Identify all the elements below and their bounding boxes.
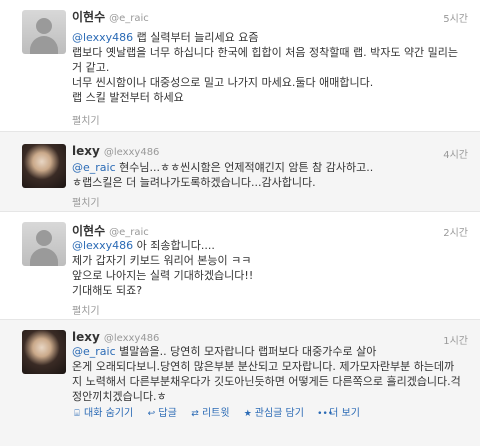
hide-conversation-button[interactable]: ⌸ 대화 숨기기 (72, 408, 133, 419)
tweet-text-rest: 제가 갑자기 키보드 워리어 본능이 ㅋㅋ 앞으로 나아지는 실력 기대하겠습니… (72, 254, 254, 297)
tweet-text-rest: 랩보다 옛날랩을 너무 하십니다 한국에 힙합이 처음 정착할때 랩. 박자도 … (72, 46, 459, 104)
mention-link[interactable]: @e_raic (72, 161, 116, 174)
avatar[interactable] (22, 144, 66, 188)
tweet-header: lexy @lexxy486 (72, 144, 159, 158)
expand-link[interactable]: 펼치기 (72, 194, 100, 209)
mention-link[interactable]: @e_raic (72, 345, 116, 358)
tweet-header: lexy @lexxy486 (72, 330, 159, 344)
more-icon: ••• (317, 409, 334, 419)
reply-icon: ↩ (147, 409, 156, 419)
tweet-3[interactable]: 이현수 @e_raic 2시간 @lexxy486 아 죄송합니다.... 제가 … (0, 212, 480, 320)
tweet-text-rest: 온게 오래되다보니.당연히 많은부분 분산되고 모자랍니다. 제가모자란부분 하… (72, 360, 461, 403)
retweet-label: 리트윗 (201, 408, 230, 419)
reply-button[interactable]: ↩ 답글 (146, 408, 177, 419)
user-name[interactable]: lexy (72, 144, 100, 158)
tweet-header: 이현수 @e_raic (72, 8, 149, 25)
avatar[interactable] (22, 330, 66, 374)
tweet-text-first: 랩 실력부터 늘리세요 요즘 (133, 31, 259, 44)
user-name[interactable]: 이현수 (72, 224, 105, 238)
hide-label: 대화 숨기기 (84, 408, 134, 419)
user-handle[interactable]: @lexxy486 (104, 333, 160, 344)
star-icon: ★ (243, 409, 252, 419)
user-handle[interactable]: @lexxy486 (104, 147, 160, 158)
favorite-button[interactable]: ★ 관심글 담기 (243, 408, 304, 419)
tweet-4[interactable]: lexy @lexxy486 1시간 @e_raic 별말씀을.. 당연히 모자랍… (0, 320, 480, 446)
avatar[interactable] (22, 222, 66, 266)
mention-link[interactable]: @lexxy486 (72, 239, 133, 252)
mention-link[interactable]: @lexxy486 (72, 31, 133, 44)
tweet-text-rest: ㅎ랩스킬은 더 늘려나가도록하겠습니다...감사합니다. (72, 176, 316, 189)
tweet-actions: ⌸ 대화 숨기기 ↩ 답글 ⇄ 리트윗 ★ 관심글 담기 •••더 보기 (72, 404, 370, 419)
expand-link[interactable]: 펼치기 (72, 302, 100, 317)
user-name[interactable]: lexy (72, 330, 100, 344)
more-label: 더 보기 (329, 408, 360, 419)
user-handle[interactable]: @e_raic (109, 13, 149, 24)
tweet-2[interactable]: lexy @lexxy486 4시간 @e_raic 현수님...ㅎㅎ씬시함은 언… (0, 132, 480, 212)
tweet-text: @lexxy486 아 죄송합니다.... 제가 갑자기 키보드 워리어 본능이… (72, 238, 464, 298)
reply-label: 답글 (158, 408, 177, 419)
user-name[interactable]: 이현수 (72, 10, 105, 24)
tweet-1[interactable]: 이현수 @e_raic 5시간 @lexxy486 랩 실력부터 늘리세요 요즘 … (0, 0, 480, 132)
tweet-header: 이현수 @e_raic (72, 222, 149, 239)
tweet-text: @e_raic 현수님...ㅎㅎ씬시함은 언제적얘긴지 암튼 참 감사하고.. … (72, 160, 464, 190)
tweet-text-first: 현수님...ㅎㅎ씬시함은 언제적얘긴지 암튼 참 감사하고.. (115, 161, 374, 174)
tweet-text: @lexxy486 랩 실력부터 늘리세요 요즘 랩보다 옛날랩을 너무 하십니… (72, 30, 464, 105)
timestamp[interactable]: 4시간 (443, 146, 468, 161)
favorite-label: 관심글 담기 (254, 408, 304, 419)
retweet-icon: ⇄ (191, 409, 199, 419)
retweet-button[interactable]: ⇄ 리트윗 (190, 408, 230, 419)
tweet-text-first: 아 죄송합니다.... (133, 239, 215, 252)
tweet-text: @e_raic 별말씀을.. 당연히 모자랍니다 랩퍼보다 대중가수로 살아 온… (72, 344, 464, 404)
more-button[interactable]: •••더 보기 (317, 408, 360, 419)
avatar[interactable] (22, 10, 66, 54)
user-handle[interactable]: @e_raic (109, 227, 149, 238)
conversation-icon: ⌸ (74, 409, 80, 419)
timestamp[interactable]: 5시간 (443, 10, 468, 25)
timestamp[interactable]: 2시간 (443, 224, 468, 239)
expand-link[interactable]: 펼치기 (72, 112, 100, 127)
tweet-text-first: 별말씀을.. 당연히 모자랍니다 랩퍼보다 대중가수로 살아 (115, 345, 377, 358)
